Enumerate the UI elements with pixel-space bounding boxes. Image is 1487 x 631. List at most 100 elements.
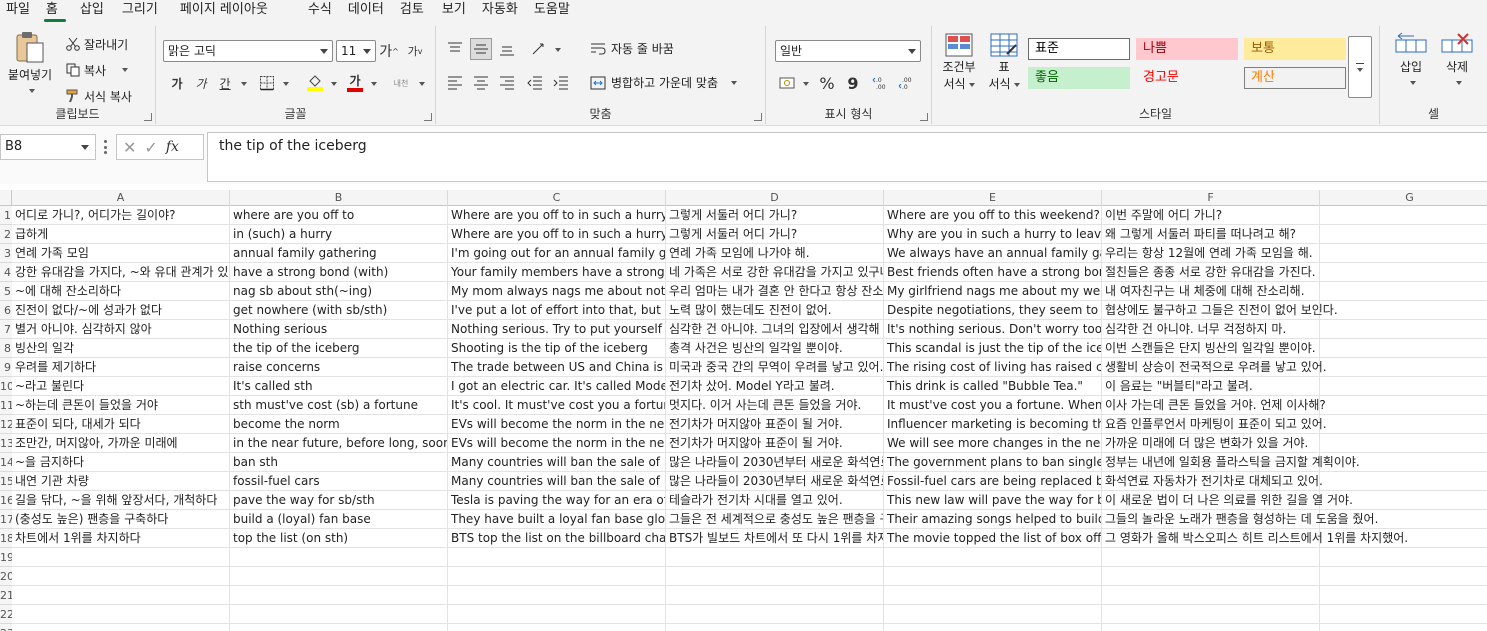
phonetic-button[interactable]: 내천 (388, 72, 414, 94)
cell-f12[interactable]: 요즘 인플루언서 마케팅이 표준이 되고 있어. (1102, 415, 1327, 434)
menu-tab-6[interactable]: 수식 (302, 0, 342, 22)
cell-f17[interactable]: 그들의 놀라운 노래가 팬층을 형성하는 데 도움을 줬어. (1102, 510, 1378, 529)
cell-b18[interactable]: top the list (on sth) (230, 529, 448, 548)
row-header[interactable]: 15 (0, 472, 12, 491)
cell-style-3[interactable]: 보통 (1244, 38, 1346, 60)
cell-e13[interactable]: We will see more changes in the near fut… (884, 434, 1102, 453)
dialog-launcher-icon[interactable] (424, 113, 432, 121)
cell-a14[interactable]: ~을 금지하다 (12, 453, 230, 472)
italic-button[interactable]: 가 (190, 72, 212, 94)
row-header[interactable]: 17 (0, 510, 12, 529)
cell-f7[interactable]: 심각한 건 아니야. 너무 걱정하지 마. (1102, 320, 1320, 339)
cell-f6[interactable]: 협상에도 불구하고 그들은 진전이 없어 보인다. (1102, 301, 1338, 320)
cell-b7[interactable]: Nothing serious (230, 320, 448, 339)
cell-c21[interactable] (448, 586, 666, 605)
row-header[interactable]: 20 (0, 567, 12, 586)
cell-e5[interactable]: My girlfriend nags me about my weight. (884, 282, 1102, 301)
cell-e18[interactable]: The movie topped the list of box office … (884, 529, 1102, 548)
percent-button[interactable]: % (816, 72, 838, 94)
cell-d15[interactable]: 많은 나라들이 2030년부터 새로운 화석연료 차의 판매를 금지할 거야. (666, 472, 884, 491)
conditional-formatting-button[interactable]: 조건부 서식 (938, 32, 980, 92)
cell-g12[interactable] (1320, 415, 1487, 434)
font-color-button[interactable]: 가 (344, 72, 366, 94)
cell-d17[interactable]: 그들은 전 세계적으로 충성도 높은 팬층을 구축했어. (666, 510, 884, 529)
cell-g10[interactable] (1320, 377, 1487, 396)
enter-icon[interactable]: ✓ (144, 138, 157, 157)
cell-a22[interactable] (12, 605, 230, 624)
cell-d10[interactable]: 전기차 샀어. Model Y라고 불려. (666, 377, 884, 396)
cell-f5[interactable]: 내 여자친구는 내 체중에 대해 잔소리해. (1102, 282, 1320, 301)
merge-center-button[interactable]: 병합하고 가운데 맞춤 (590, 74, 737, 91)
cell-g21[interactable] (1320, 586, 1487, 605)
cell-b4[interactable]: have a strong bond (with) (230, 263, 448, 282)
row-header[interactable]: 21 (0, 586, 12, 605)
accounting-format-button[interactable] (776, 72, 798, 94)
cell-e19[interactable] (884, 548, 1102, 567)
cell-f23[interactable] (1102, 624, 1320, 631)
cell-f15[interactable]: 화석연료 자동차가 전기차로 대체되고 있어. (1102, 472, 1323, 491)
cell-b21[interactable] (230, 586, 448, 605)
chevron-down-icon[interactable] (803, 82, 809, 86)
cell-g3[interactable] (1320, 244, 1487, 263)
cell-d7[interactable]: 심각한 건 아니야. 그녀의 입장에서 생각해 봐. (666, 320, 884, 339)
cell-c4[interactable]: Your family members have a strong bond w… (448, 263, 666, 282)
insert-function-button[interactable]: fx (166, 139, 179, 155)
row-header[interactable]: 22 (0, 605, 12, 624)
gallery-more-button[interactable] (1348, 36, 1372, 98)
cell-d8[interactable]: 총격 사건은 빙산의 일각일 뿐이야. (666, 339, 884, 358)
insert-button[interactable]: 삽입 (1390, 32, 1432, 89)
cell-g19[interactable] (1320, 548, 1487, 567)
decrease-indent-button[interactable] (524, 72, 546, 94)
cell-e2[interactable]: Why are you in such a hurry to leave the… (884, 225, 1102, 244)
cell-c12[interactable]: EVs will become the norm in the near fut… (448, 415, 666, 434)
row-header[interactable]: 14 (0, 453, 12, 472)
cell-c16[interactable]: Tesla is paving the way for an era of EV… (448, 491, 666, 510)
cell-b6[interactable]: get nowhere (with sb/sth) (230, 301, 448, 320)
cell-d19[interactable] (666, 548, 884, 567)
cell-b14[interactable]: ban sth (230, 453, 448, 472)
cell-c2[interactable]: Where are you off to in such a hurry? (448, 225, 666, 244)
delete-button[interactable]: 삭제 (1436, 32, 1478, 89)
menu-tab-1[interactable]: 파일 (0, 0, 40, 22)
cell-a11[interactable]: ~하는데 큰돈이 들었을 거야 (12, 396, 230, 415)
cell-c18[interactable]: BTS top the list on the billboard chart … (448, 529, 666, 548)
dialog-launcher-icon[interactable] (754, 113, 762, 121)
cell-g6[interactable] (1320, 301, 1487, 320)
cell-d1[interactable]: 그렇게 서둘러 어디 가니? (666, 206, 884, 225)
shrink-font-button[interactable]: 가v (404, 40, 426, 62)
cell-d9[interactable]: 미국과 중국 간의 무역이 우려를 낳고 있어. (666, 358, 884, 377)
dialog-launcher-icon[interactable] (144, 113, 152, 121)
row-header[interactable]: 16 (0, 491, 12, 510)
borders-button[interactable] (256, 72, 278, 94)
cell-b3[interactable]: annual family gathering (230, 244, 448, 263)
cell-g2[interactable] (1320, 225, 1487, 244)
cell-d22[interactable] (666, 605, 884, 624)
bold-button[interactable]: 가 (166, 72, 188, 94)
cell-e4[interactable]: Best friends often have a strong bond wi… (884, 263, 1102, 282)
cell-c5[interactable]: My mom always nags me about not getting … (448, 282, 666, 301)
cell-a18[interactable]: 차트에서 1위를 차지하다 (12, 529, 230, 548)
cell-a19[interactable] (12, 548, 230, 567)
cell-b2[interactable]: in (such) a hurry (230, 225, 448, 244)
cell-b10[interactable]: It's called sth (230, 377, 448, 396)
cell-c3[interactable]: I'm going out for an annual family gathe… (448, 244, 666, 263)
menu-tab-9[interactable]: 보기 (436, 0, 476, 22)
cell-a3[interactable]: 연례 가족 모임 (12, 244, 230, 263)
cell-d21[interactable] (666, 586, 884, 605)
name-box[interactable]: B8 (0, 134, 96, 160)
row-header[interactable]: 5 (0, 282, 12, 301)
cell-d4[interactable]: 네 가족은 서로 강한 유대감을 가지고 있구나. (666, 263, 884, 282)
dialog-launcher-icon[interactable] (920, 113, 928, 121)
cell-e7[interactable]: It's nothing serious. Don't worry too mu… (884, 320, 1102, 339)
cell-f4[interactable]: 절친들은 종종 서로 강한 유대감을 가진다. (1102, 263, 1320, 282)
cell-e17[interactable]: Their amazing songs helped to build a fa… (884, 510, 1102, 529)
column-header-f[interactable]: F (1102, 190, 1320, 206)
cell-f18[interactable]: 그 영화가 올해 박스오피스 히트 리스트에서 1위를 차지했어. (1102, 529, 1408, 548)
formula-input[interactable]: the tip of the iceberg (207, 132, 1487, 182)
cell-e23[interactable] (884, 624, 1102, 631)
cell-a7[interactable]: 별거 아니야. 심각하지 않아 (12, 320, 230, 339)
cell-f8[interactable]: 이번 스캔들은 단지 빙산의 일각일 뿐이야. (1102, 339, 1320, 358)
underline-button[interactable]: 간 (214, 72, 236, 94)
cell-c8[interactable]: Shooting is the tip of the iceberg (448, 339, 666, 358)
cell-d18[interactable]: BTS가 빌보드 차트에서 또 다시 1위를 차지했어. (666, 529, 884, 548)
